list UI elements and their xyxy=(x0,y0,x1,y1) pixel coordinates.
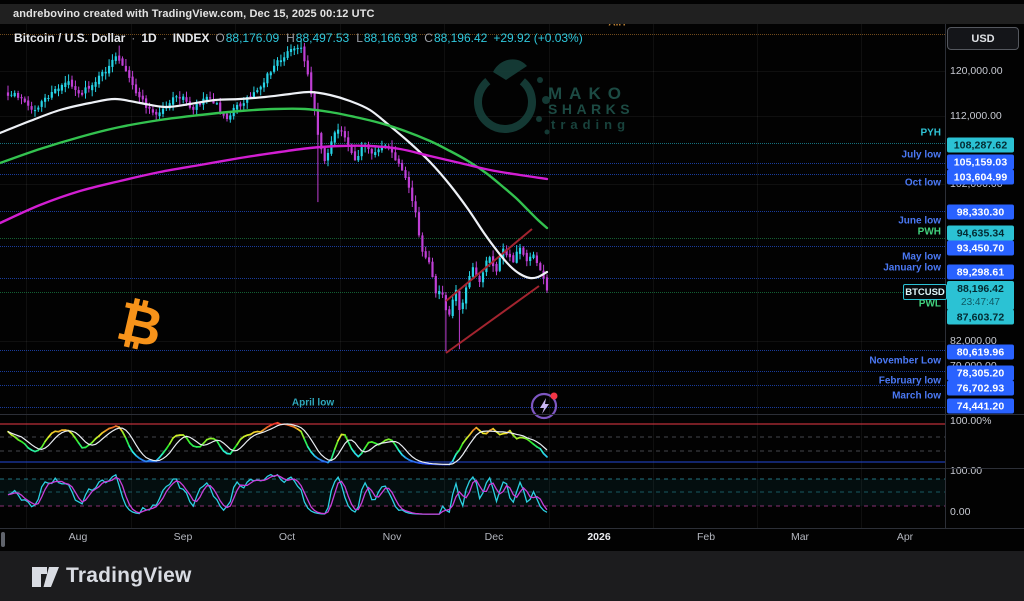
price-level-badge: 87,603.72 xyxy=(947,310,1014,325)
grid-line-horizontal xyxy=(0,116,945,117)
watermark-line-3: trading xyxy=(551,117,630,132)
boost-icon[interactable] xyxy=(527,387,563,423)
level-label: July low xyxy=(902,150,941,161)
level-label: January low xyxy=(883,263,941,274)
last-price-badge: 88,196.42 23:47:47 xyxy=(947,281,1014,310)
tradingview-logo-icon[interactable] xyxy=(30,565,70,589)
level-label: PWL xyxy=(919,299,941,310)
grid-line-vertical xyxy=(653,24,654,528)
time-axis-label: Apr xyxy=(897,531,913,543)
bitcoin-logo: ₿ xyxy=(112,294,167,357)
time-axis-handle[interactable] xyxy=(1,532,5,547)
level-line xyxy=(0,385,945,386)
time-axis-label: 2026 xyxy=(587,531,610,543)
time-axis-label: Feb xyxy=(697,531,715,543)
time-axis-label: Nov xyxy=(383,531,402,543)
grid-line-vertical xyxy=(340,24,341,528)
pane-separator[interactable] xyxy=(0,414,1024,415)
time-axis-label: Dec xyxy=(485,531,504,543)
price-level-badge: 93,450.70 xyxy=(947,241,1014,256)
price-level-badge: 103,604.99 xyxy=(947,170,1014,185)
grid-line-horizontal xyxy=(0,184,945,185)
chart-legend: Bitcoin / U.S. Dollar · 1D · INDEX O88,1… xyxy=(14,30,583,45)
time-axis[interactable] xyxy=(0,529,1024,551)
ohlc-item: O88,176.09 xyxy=(215,31,279,45)
time-axis-label: Oct xyxy=(279,531,295,543)
price-axis-label: 100.00 xyxy=(950,465,982,477)
level-label: May low xyxy=(902,252,941,263)
currency-button[interactable]: USD xyxy=(947,27,1019,50)
level-label: Oct low xyxy=(905,178,941,189)
price-level-badge: 108,287.62 xyxy=(947,138,1014,153)
level-line xyxy=(0,371,945,372)
bar-countdown: 23:47:47 xyxy=(961,296,1000,309)
level-label: PYH xyxy=(920,128,941,139)
ohlc-values: O88,176.09 H88,497.53 L88,166.98 C88,196.42 xyxy=(215,31,487,45)
change-value: +29.92 (+0.03%) xyxy=(493,31,582,45)
level-line xyxy=(0,143,945,144)
symbol-title[interactable]: Bitcoin / U.S. Dollar xyxy=(14,31,125,45)
notification-dot xyxy=(551,393,558,400)
level-line xyxy=(0,407,945,408)
level-label: PWH xyxy=(918,227,941,238)
grid-line-vertical xyxy=(444,24,445,528)
separator-dot: · xyxy=(163,31,167,45)
ohlc-item: C88,196.42 xyxy=(424,31,487,45)
price-axis-label: 120,000.00 xyxy=(950,65,1003,77)
attribution-bar: andrebovino created with TradingView.com… xyxy=(0,4,1024,24)
time-axis-label: Sep xyxy=(174,531,193,543)
price-axis-label: 0.00 xyxy=(950,506,970,518)
footer-bar: TradingView xyxy=(0,551,1024,601)
symbol-badge: BTCUSD xyxy=(903,284,947,300)
last-price-value: 88,196.42 xyxy=(957,283,1004,296)
pane-separator xyxy=(0,528,1024,529)
level-line xyxy=(0,278,945,279)
price-level-badge: 105,159.03 xyxy=(947,155,1014,170)
tradingview-chart-window: andrebovino created with TradingView.com… xyxy=(0,0,1024,601)
level-label: April low xyxy=(253,398,373,409)
level-label: February low xyxy=(879,376,941,387)
price-level-badge: 76,702.93 xyxy=(947,381,1014,396)
level-label: June low xyxy=(898,216,941,227)
price-level-badge: 74,441.20 xyxy=(947,399,1014,414)
price-axis-label: 100.00% xyxy=(950,415,991,427)
level-label: March low xyxy=(892,391,941,402)
level-line xyxy=(0,211,945,212)
price-axis-label: 112,000.00 xyxy=(950,110,1002,122)
price-level-badge: 80,619.96 xyxy=(947,345,1014,360)
lightning-bolt-icon xyxy=(540,398,549,414)
separator-dot: · xyxy=(131,31,135,45)
grid-line-horizontal xyxy=(0,71,945,72)
price-level-badge: 78,305.20 xyxy=(947,366,1014,381)
time-axis-label: Aug xyxy=(69,531,88,543)
attribution-text: andrebovino created with TradingView.com… xyxy=(13,8,375,20)
watermark-line-2: SHARKS xyxy=(548,101,634,117)
grid-line-vertical xyxy=(26,24,27,528)
exchange-label: INDEX xyxy=(173,31,210,45)
time-axis-label: Mar xyxy=(791,531,809,543)
grid-line-vertical xyxy=(757,24,758,528)
pane-separator[interactable] xyxy=(0,468,1024,469)
ohlc-item: H88,497.53 xyxy=(286,31,349,45)
tradingview-wordmark[interactable]: TradingView xyxy=(66,564,192,588)
level-line xyxy=(0,163,945,164)
level-label: November Low xyxy=(869,356,941,367)
level-line xyxy=(0,246,945,247)
ohlc-item: L88,166.98 xyxy=(356,31,417,45)
timeframe-label[interactable]: 1D xyxy=(141,31,156,45)
level-line xyxy=(0,174,945,175)
grid-line-vertical xyxy=(235,24,236,528)
grid-line-vertical xyxy=(861,24,862,528)
level-line xyxy=(0,238,945,239)
price-level-badge: 98,330.30 xyxy=(947,205,1014,220)
grid-line-vertical xyxy=(131,24,132,528)
price-level-badge: 94,635.34 xyxy=(947,226,1014,241)
price-level-badge: 89,298.61 xyxy=(947,265,1014,280)
